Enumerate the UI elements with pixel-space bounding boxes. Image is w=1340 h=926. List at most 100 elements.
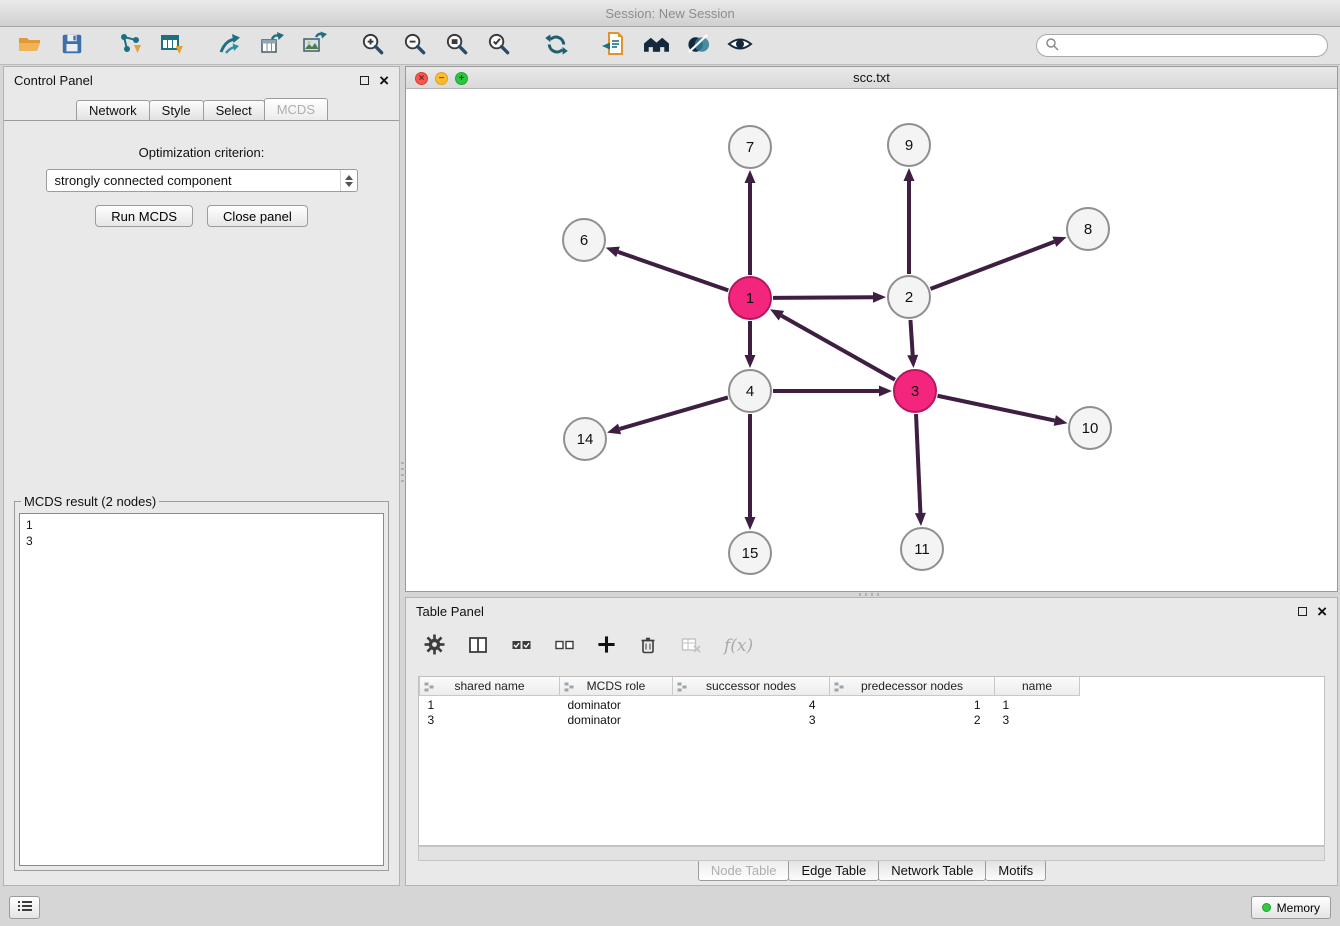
table-cell[interactable]: 2 [830,712,995,728]
graph-edge-arrow-icon [606,247,620,257]
export-image-button[interactable] [296,30,332,62]
table-cell[interactable]: 3 [995,712,1080,728]
zoom-selected-icon [486,32,511,60]
tab-motifs[interactable]: Motifs [985,861,1046,881]
window-zoom-icon[interactable]: + [455,72,468,85]
tab-node-table[interactable]: Node Table [698,861,790,881]
network-tools-button[interactable] [212,30,248,62]
search-box[interactable] [1036,34,1328,57]
mcds-result-line[interactable]: 1 [26,517,377,533]
splitter-grip-icon [859,593,883,596]
venn-style-icon [686,32,711,60]
table-delete-icon [680,635,702,658]
table-cell[interactable]: dominator [560,695,673,712]
home-view-button[interactable] [638,30,674,62]
window-minimize-icon[interactable]: − [435,72,448,85]
tab-style[interactable]: Style [149,100,204,120]
column-header-name[interactable]: name [995,677,1080,695]
refresh-button[interactable] [538,30,574,62]
zoom-fit-icon [444,32,469,60]
unselect-all-columns-button[interactable] [554,635,575,658]
graph-node-label: 4 [746,383,754,400]
save-session-button[interactable] [54,30,90,62]
node-table-body: 1dominator4113dominator323 [420,695,1325,728]
graph-edge[interactable] [910,320,912,355]
graph-edge-arrow-icon [745,517,756,530]
column-header-predecessor-nodes[interactable]: predecessor nodes [830,677,995,695]
node-table: shared name MCDS role successor nodes pr… [418,676,1325,846]
graph-node-label: 7 [746,139,754,156]
graph-edge[interactable] [781,316,895,380]
window-titlebar: Session: New Session [0,0,1340,27]
graph-node-label: 15 [742,545,759,562]
table-cell[interactable]: 3 [420,712,560,728]
search-input[interactable] [1064,39,1319,53]
table-cell[interactable]: 3 [673,712,830,728]
table-cell[interactable]: 1 [420,695,560,712]
zoom-out-button[interactable] [396,30,432,62]
table-cell[interactable]: dominator [560,712,673,728]
zoom-in-icon [360,32,385,60]
close-panel-icon[interactable]: × [379,72,389,89]
graph-edge[interactable] [938,396,1055,421]
table-tabbar: Node Table Edge Table Network Table Moti… [406,861,1337,883]
mcds-result-line[interactable]: 3 [26,533,377,549]
tab-network-table[interactable]: Network Table [878,861,986,881]
tab-select[interactable]: Select [203,100,265,120]
graph-edge[interactable] [931,242,1055,289]
graph-edge[interactable] [618,252,728,291]
import-network-button[interactable] [112,30,148,62]
show-hide-button[interactable] [722,30,758,62]
mcds-result-group: MCDS result (2 nodes) 13 [14,494,389,871]
import-table-icon [159,31,185,60]
graph-edge[interactable] [620,397,728,429]
tab-mcds[interactable]: MCDS [264,98,328,120]
table-horizontal-scrollbar[interactable] [418,846,1325,861]
function-builder-button: f(x) [724,636,753,656]
control-panel-header: Control Panel × [4,67,399,93]
zoom-fit-button[interactable] [438,30,474,62]
tab-edge-table[interactable]: Edge Table [788,861,879,881]
import-table-button[interactable] [154,30,190,62]
run-mcds-button[interactable]: Run MCDS [95,205,193,227]
control-panel-title: Control Panel [14,73,93,88]
graph-edge[interactable] [916,414,920,513]
tab-network[interactable]: Network [76,100,150,120]
sort-icon [677,681,687,695]
float-panel-icon[interactable] [1298,607,1307,616]
memory-button[interactable]: Memory [1251,896,1331,919]
column-header-shared-name[interactable]: shared name [420,677,560,695]
export-table-button[interactable] [254,30,290,62]
mcds-result-list[interactable]: 13 [19,513,384,866]
style-button[interactable] [680,30,716,62]
optimization-select[interactable]: strongly connected component [46,169,358,192]
table-row[interactable]: 1dominator411 [420,695,1325,712]
table-panel-title: Table Panel [416,604,484,619]
export-network-button[interactable] [596,30,632,62]
table-row[interactable]: 3dominator323 [420,712,1325,728]
zoom-in-button[interactable] [354,30,390,62]
close-panel-icon[interactable]: × [1317,603,1327,620]
table-arrow-icon [259,31,285,60]
delete-column-button[interactable] [638,634,658,658]
task-history-button[interactable] [9,896,40,919]
column-header-successor-nodes[interactable]: successor nodes [673,677,830,695]
table-settings-button[interactable] [424,634,445,658]
table-cell[interactable]: 1 [830,695,995,712]
create-column-button[interactable] [597,635,616,657]
table-panel-header: Table Panel × [406,598,1337,624]
zoom-selected-button[interactable] [480,30,516,62]
window-close-icon[interactable]: × [415,72,428,85]
open-session-button[interactable] [12,30,48,62]
curved-arrows-icon [217,31,243,60]
column-chooser-button[interactable] [467,635,489,658]
float-panel-icon[interactable] [360,76,369,85]
select-all-columns-button[interactable] [511,635,532,658]
graph-edge-arrow-icon [915,513,926,526]
close-panel-button[interactable]: Close panel [207,205,308,227]
table-cell[interactable]: 1 [995,695,1080,712]
table-cell[interactable]: 4 [673,695,830,712]
network-canvas[interactable]: 7968124314101511 [406,89,1337,591]
column-header-mcds-role[interactable]: MCDS role [560,677,673,695]
graph-edge[interactable] [773,297,873,298]
